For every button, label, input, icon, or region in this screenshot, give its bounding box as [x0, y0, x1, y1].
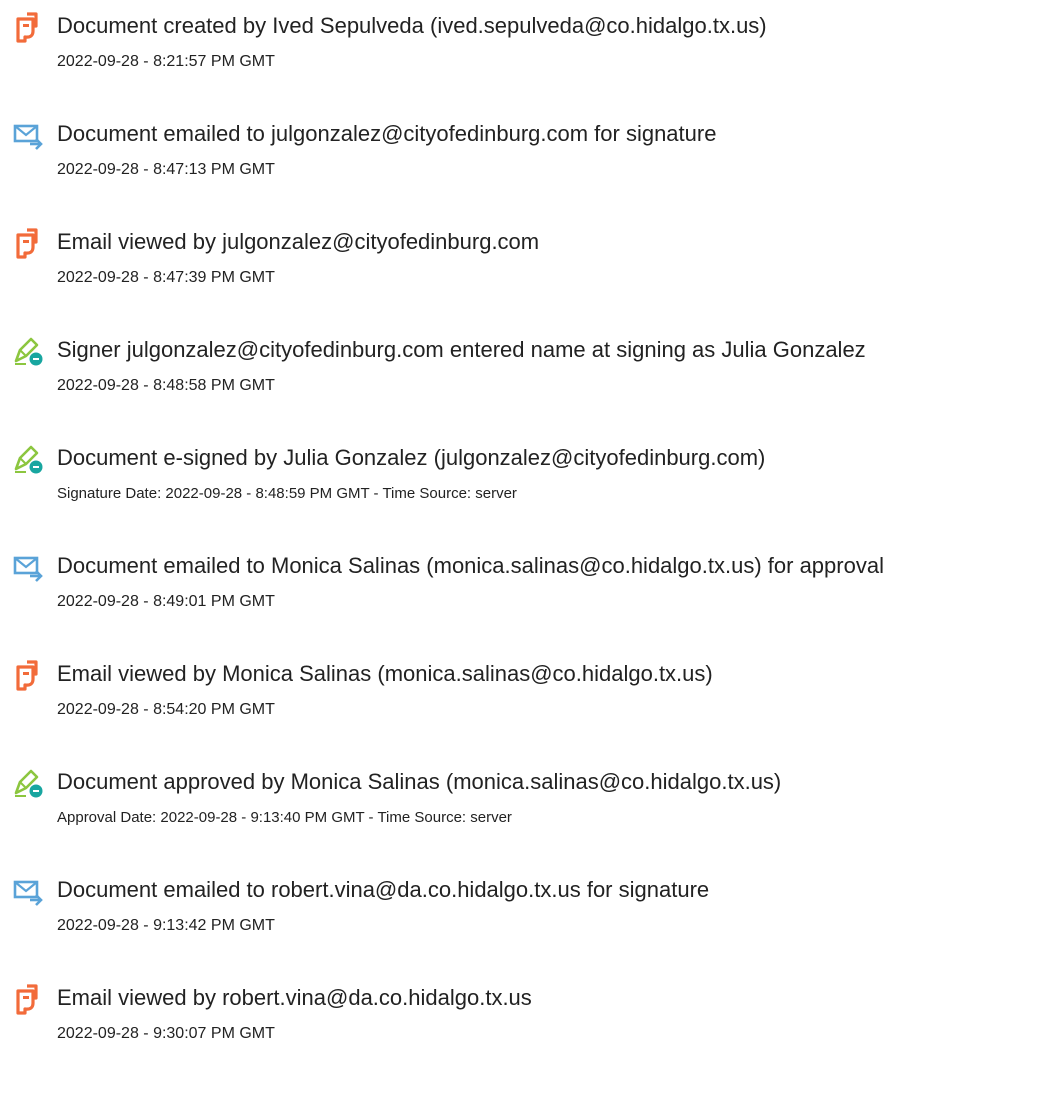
audit-event: Document emailed to robert.vina@da.co.hi…	[0, 864, 1060, 944]
email-send-icon	[12, 551, 44, 583]
event-detail: Approval Date: 2022-09-28 - 9:13:40 PM G…	[57, 809, 512, 826]
event-detail: 2022-09-28 - 9:30:07 PM GMT	[57, 1025, 275, 1042]
audit-event: Document emailed to Monica Salinas (moni…	[0, 540, 1060, 620]
audit-event: Document approved by Monica Salinas (mon…	[0, 756, 1060, 836]
event-detail: 2022-09-28 - 8:47:39 PM GMT	[57, 269, 275, 286]
document-view-icon	[12, 11, 44, 43]
event-title: Email viewed by robert.vina@da.co.hidalg…	[57, 985, 532, 1010]
event-title: Document e-signed by Julia Gonzalez (jul…	[57, 445, 766, 470]
event-title: Document emailed to Monica Salinas (moni…	[57, 553, 884, 578]
pen-sign-icon	[12, 335, 44, 367]
audit-event: Email viewed by Monica Salinas (monica.s…	[0, 648, 1060, 728]
event-detail: 2022-09-28 - 8:21:57 PM GMT	[57, 53, 275, 70]
audit-event: Email viewed by julgonzalez@cityofedinbu…	[0, 216, 1060, 296]
pen-sign-icon	[12, 767, 44, 799]
audit-event: Document e-signed by Julia Gonzalez (jul…	[0, 432, 1060, 512]
event-title: Document approved by Monica Salinas (mon…	[57, 769, 782, 794]
audit-event: Document emailed to julgonzalez@cityofed…	[0, 108, 1060, 188]
document-view-icon	[12, 227, 44, 259]
event-title: Document created by Ived Sepulveda (ived…	[57, 13, 767, 38]
document-view-icon	[12, 983, 44, 1015]
audit-event: Signer julgonzalez@cityofedinburg.com en…	[0, 324, 1060, 404]
event-detail: 2022-09-28 - 8:47:13 PM GMT	[57, 161, 275, 178]
email-send-icon	[12, 119, 44, 151]
pen-sign-icon	[12, 443, 44, 475]
event-detail: 2022-09-28 - 8:49:01 PM GMT	[57, 593, 275, 610]
event-title: Email viewed by Monica Salinas (monica.s…	[57, 661, 713, 686]
event-title: Document emailed to robert.vina@da.co.hi…	[57, 877, 710, 902]
audit-event: Email viewed by robert.vina@da.co.hidalg…	[0, 972, 1060, 1052]
document-view-icon	[12, 659, 44, 691]
event-detail: 2022-09-28 - 8:54:20 PM GMT	[57, 701, 275, 718]
event-detail: Signature Date: 2022-09-28 - 8:48:59 PM …	[57, 485, 517, 502]
event-detail: 2022-09-28 - 9:13:42 PM GMT	[57, 917, 275, 934]
event-title: Signer julgonzalez@cityofedinburg.com en…	[57, 337, 866, 362]
event-title: Document emailed to julgonzalez@cityofed…	[57, 121, 717, 146]
audit-event: Document created by Ived Sepulveda (ived…	[0, 0, 1060, 80]
event-title: Email viewed by julgonzalez@cityofedinbu…	[57, 229, 540, 254]
email-send-icon	[12, 875, 44, 907]
event-detail: 2022-09-28 - 8:48:58 PM GMT	[57, 377, 275, 394]
